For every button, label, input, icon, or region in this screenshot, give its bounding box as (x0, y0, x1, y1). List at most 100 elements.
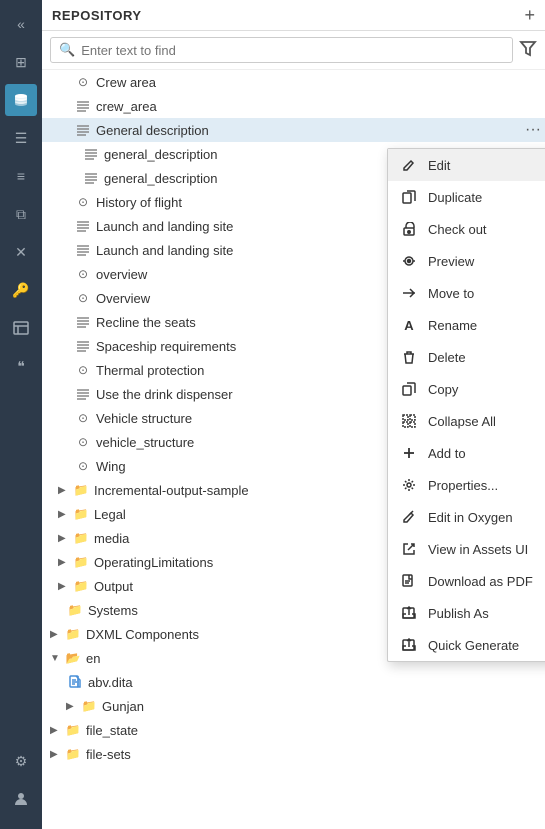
chevron-double-left-icon[interactable]: « (5, 8, 37, 40)
grid-icon[interactable]: ⊞ (5, 46, 37, 78)
tree-item[interactable]: ▶ 📁 file-sets (42, 742, 545, 766)
person-icon[interactable] (5, 783, 37, 815)
main-panel: REPOSITORY + 🔍 ⊙ Crew area (42, 0, 545, 829)
download-pdf-menu-item[interactable]: Download as PDF (388, 565, 545, 597)
rename-icon: A (400, 316, 418, 334)
preview-label: Preview (428, 254, 545, 269)
folder-icon: 📁 (64, 745, 82, 763)
tree-item[interactable]: ▶ 📁 file_state (42, 718, 545, 742)
doc-icon (74, 385, 92, 403)
tree-item-general-description[interactable]: General description ··· (42, 118, 545, 142)
sidebar: « ⊞ ☰ ≡ ⧉ ✕ 🔑 ❝ ⚙ (0, 0, 42, 829)
folder-icon: 📁 (80, 697, 98, 715)
table-icon[interactable] (5, 312, 37, 344)
doc-icon (74, 313, 92, 331)
repo-header: REPOSITORY + (42, 0, 545, 31)
properties-label: Properties... (428, 478, 545, 493)
folder-icon: 📁 (72, 481, 90, 499)
database-icon[interactable] (5, 84, 37, 116)
doc-icon (82, 169, 100, 187)
list-nested-icon[interactable]: ≡ (5, 160, 37, 192)
trash-icon (400, 348, 418, 366)
para-icon: ⊙ (74, 193, 92, 211)
more-options-button[interactable]: ··· (525, 121, 541, 139)
tree-item[interactable]: crew_area (42, 94, 545, 118)
move-to-menu-item[interactable]: Move to (388, 277, 545, 309)
copy-menu-item[interactable]: Copy ▶ (388, 373, 545, 405)
move-icon (400, 284, 418, 302)
preview-icon (400, 252, 418, 270)
quick-generate-menu-item[interactable]: Quick Generate ▶ (388, 629, 545, 661)
publish-as-label: Publish As (428, 606, 545, 621)
folder-icon: 📁 (64, 721, 82, 739)
filter-icon[interactable] (519, 39, 537, 62)
collapse-icon (400, 412, 418, 430)
doc-icon (82, 145, 100, 163)
para-icon: ⊙ (74, 433, 92, 451)
folder-icon: 📁 (72, 553, 90, 571)
view-assets-menu-item[interactable]: View in Assets UI (388, 533, 545, 565)
duplicate-menu-item[interactable]: Duplicate (388, 181, 545, 213)
chevron-right-icon: ▶ (58, 557, 72, 568)
collapse-all-label: Collapse All (428, 414, 545, 429)
repo-title: REPOSITORY (52, 8, 142, 23)
doc-icon (74, 217, 92, 235)
search-icon: 🔍 (59, 42, 75, 58)
edit-menu-item[interactable]: Edit (388, 149, 545, 181)
folder-icon: 📁 (72, 577, 90, 595)
delete-menu-item[interactable]: Delete (388, 341, 545, 373)
chevron-right-icon: ▶ (58, 581, 72, 592)
chevron-right-icon: ▶ (58, 509, 72, 520)
doc-icon (74, 337, 92, 355)
quick-generate-label: Quick Generate (428, 638, 545, 653)
para-icon: ⊙ (74, 73, 92, 91)
rename-menu-item[interactable]: A Rename (388, 309, 545, 341)
file-icon (66, 673, 84, 691)
lines-icon (74, 97, 92, 115)
checkout-menu-item[interactable]: Check out (388, 213, 545, 245)
para-icon: ⊙ (74, 289, 92, 307)
checkout-label: Check out (428, 222, 545, 237)
add-button[interactable]: + (524, 6, 535, 24)
duplicate-icon (400, 188, 418, 206)
para-icon: ⊙ (74, 265, 92, 283)
preview-menu-item[interactable]: Preview (388, 245, 545, 277)
context-menu: Edit Duplicate Check out (387, 148, 545, 662)
para-icon: ⊙ (74, 409, 92, 427)
folder-icon: 📁 (72, 505, 90, 523)
chevron-down-icon: ▼ (50, 653, 64, 664)
add-to-menu-item[interactable]: Add to ▶ (388, 437, 545, 469)
para-icon: ⊙ (74, 457, 92, 475)
x-icon[interactable]: ✕ (5, 236, 37, 268)
edit-oxygen-icon (400, 508, 418, 526)
chevron-right-icon: ▶ (50, 725, 64, 736)
move-to-label: Move to (428, 286, 545, 301)
search-input[interactable] (81, 43, 504, 58)
chevron-right-icon: ▶ (50, 749, 64, 760)
view-assets-label: View in Assets UI (428, 542, 545, 557)
key-icon[interactable]: 🔑 (5, 274, 37, 306)
download-pdf-label: Download as PDF (428, 574, 545, 589)
rename-label: Rename (428, 318, 545, 333)
para-icon: ⊙ (74, 361, 92, 379)
folder-icon: 📁 (64, 625, 82, 643)
publish-icon (400, 604, 418, 622)
publish-as-menu-item[interactable]: Publish As ▶ (388, 597, 545, 629)
chevron-right-icon: ▶ (58, 533, 72, 544)
tree-item[interactable]: abv.dita (42, 670, 545, 694)
quote-icon[interactable]: ❝ (5, 350, 37, 382)
folder-icon: 📁 (72, 529, 90, 547)
duplicate-label: Duplicate (428, 190, 545, 205)
properties-menu-item[interactable]: Properties... (388, 469, 545, 501)
edit-oxygen-label: Edit in Oxygen (428, 510, 545, 525)
list-icon[interactable]: ☰ (5, 122, 37, 154)
tree-item[interactable]: ▶ 📁 Gunjan (42, 694, 545, 718)
settings-icon[interactable]: ⚙ (5, 745, 37, 777)
layers-icon[interactable]: ⧉ (5, 198, 37, 230)
chevron-right-icon: ▶ (66, 701, 80, 712)
view-assets-icon (400, 540, 418, 558)
lock-icon (400, 220, 418, 238)
tree-item[interactable]: ⊙ Crew area (42, 70, 545, 94)
edit-in-oxygen-menu-item[interactable]: Edit in Oxygen (388, 501, 545, 533)
collapse-all-menu-item[interactable]: Collapse All (388, 405, 545, 437)
